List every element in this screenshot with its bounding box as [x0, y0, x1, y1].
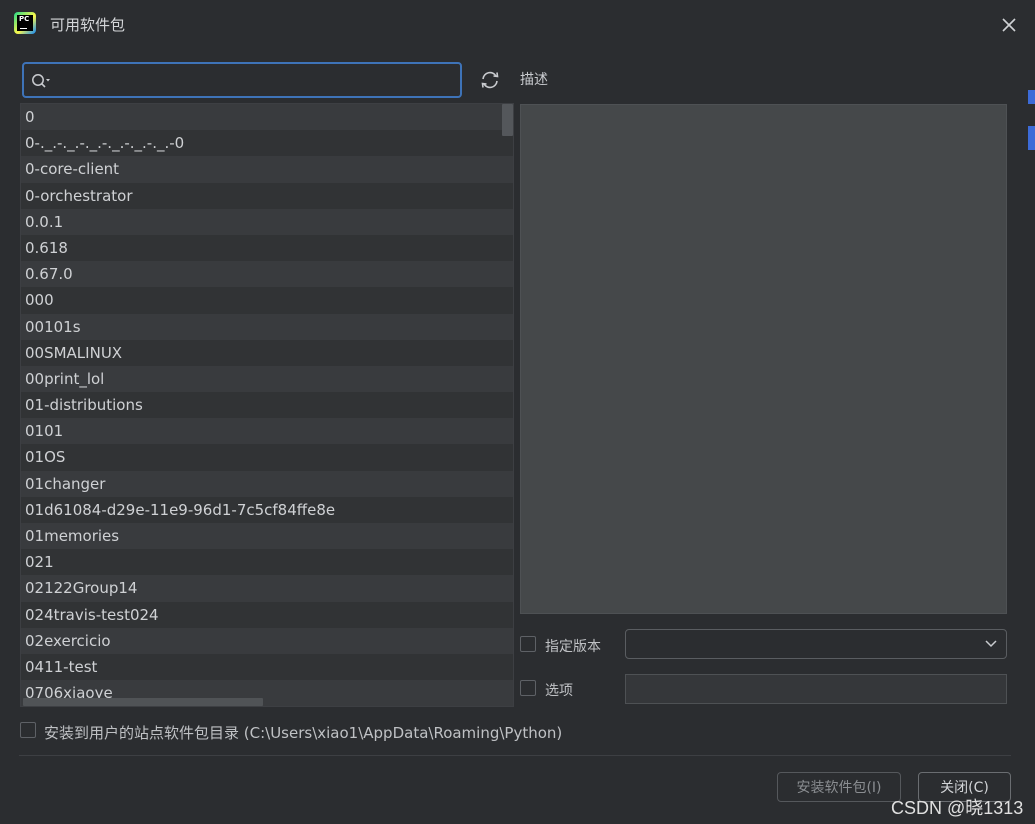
package-list-item[interactable]: 01d61084-d29e-11e9-96d1-7c5cf84ffe8e	[21, 496, 513, 523]
description-label: 描述	[520, 72, 548, 88]
install-package-button[interactable]: 安装软件包(I)	[777, 772, 901, 802]
package-list-item[interactable]: 02exercicio	[21, 627, 513, 654]
footer-divider	[19, 755, 1011, 756]
watermark: CSDN @晓1313	[891, 798, 1024, 818]
package-search-box[interactable]	[22, 62, 462, 98]
package-list-item[interactable]: 024travis-test024	[21, 601, 513, 628]
package-list-item[interactable]: 00SMALINUX	[21, 339, 513, 366]
package-list-item[interactable]: 01-distributions	[21, 392, 513, 419]
specify-version-checkbox[interactable]	[520, 636, 536, 652]
close-window-icon[interactable]	[998, 14, 1020, 36]
specify-version-label: 指定版本	[545, 639, 601, 655]
options-input[interactable]	[625, 674, 1007, 704]
package-list-item[interactable]: 0.0.1	[21, 208, 513, 235]
background-window-edge	[1028, 126, 1035, 150]
options-checkbox[interactable]	[520, 680, 536, 696]
vertical-scrollbar-thumb[interactable]	[502, 104, 513, 136]
install-to-user-label: 安装到用户的站点软件包目录 (C:\Users\xiao1\AppData\Ro…	[44, 724, 563, 742]
package-list-item[interactable]: 000	[21, 287, 513, 314]
package-list[interactable]: 0 0-._.-._.-._.-._.-._.-._.-0 0-core-clien…	[20, 103, 514, 707]
window-title: 可用软件包	[50, 16, 126, 34]
pycharm-logo-icon: PC	[14, 12, 36, 34]
version-select[interactable]	[625, 629, 1007, 659]
package-list-item[interactable]: 0-orchestrator	[21, 182, 513, 209]
options-label: 选项	[545, 683, 573, 699]
package-list-item[interactable]: 0	[21, 104, 513, 131]
package-list-item[interactable]: 0.618	[21, 234, 513, 262]
package-list-item[interactable]: 01memories	[21, 523, 513, 550]
search-input[interactable]	[58, 70, 458, 92]
package-list-item[interactable]: 01OS	[21, 444, 513, 471]
title-bar: PC 可用软件包	[0, 0, 1035, 48]
background-window-edge	[1028, 90, 1035, 104]
refresh-icon[interactable]	[478, 68, 502, 92]
description-panel	[520, 104, 1007, 614]
package-list-item[interactable]: 021	[21, 549, 513, 576]
package-list-item[interactable]: 0.67.0	[21, 261, 513, 288]
package-list-item[interactable]: 00print_lol	[21, 365, 513, 393]
horizontal-scrollbar-thumb[interactable]	[23, 698, 263, 706]
package-list-item[interactable]: 0-core-client	[21, 156, 513, 183]
install-to-user-checkbox[interactable]	[20, 722, 36, 738]
search-icon	[30, 72, 52, 90]
package-list-item[interactable]: 00101s	[21, 313, 513, 340]
package-list-item[interactable]: 0101	[21, 418, 513, 445]
chevron-down-icon	[984, 638, 998, 650]
package-list-item[interactable]: 0411-test	[21, 653, 513, 681]
package-list-item[interactable]: 01changer	[21, 470, 513, 497]
logo-text: PC	[19, 15, 30, 23]
package-list-item[interactable]: 0-._.-._.-._.-._.-._.-._.-0	[21, 130, 513, 157]
package-list-item[interactable]: 02122Group14	[21, 575, 513, 602]
